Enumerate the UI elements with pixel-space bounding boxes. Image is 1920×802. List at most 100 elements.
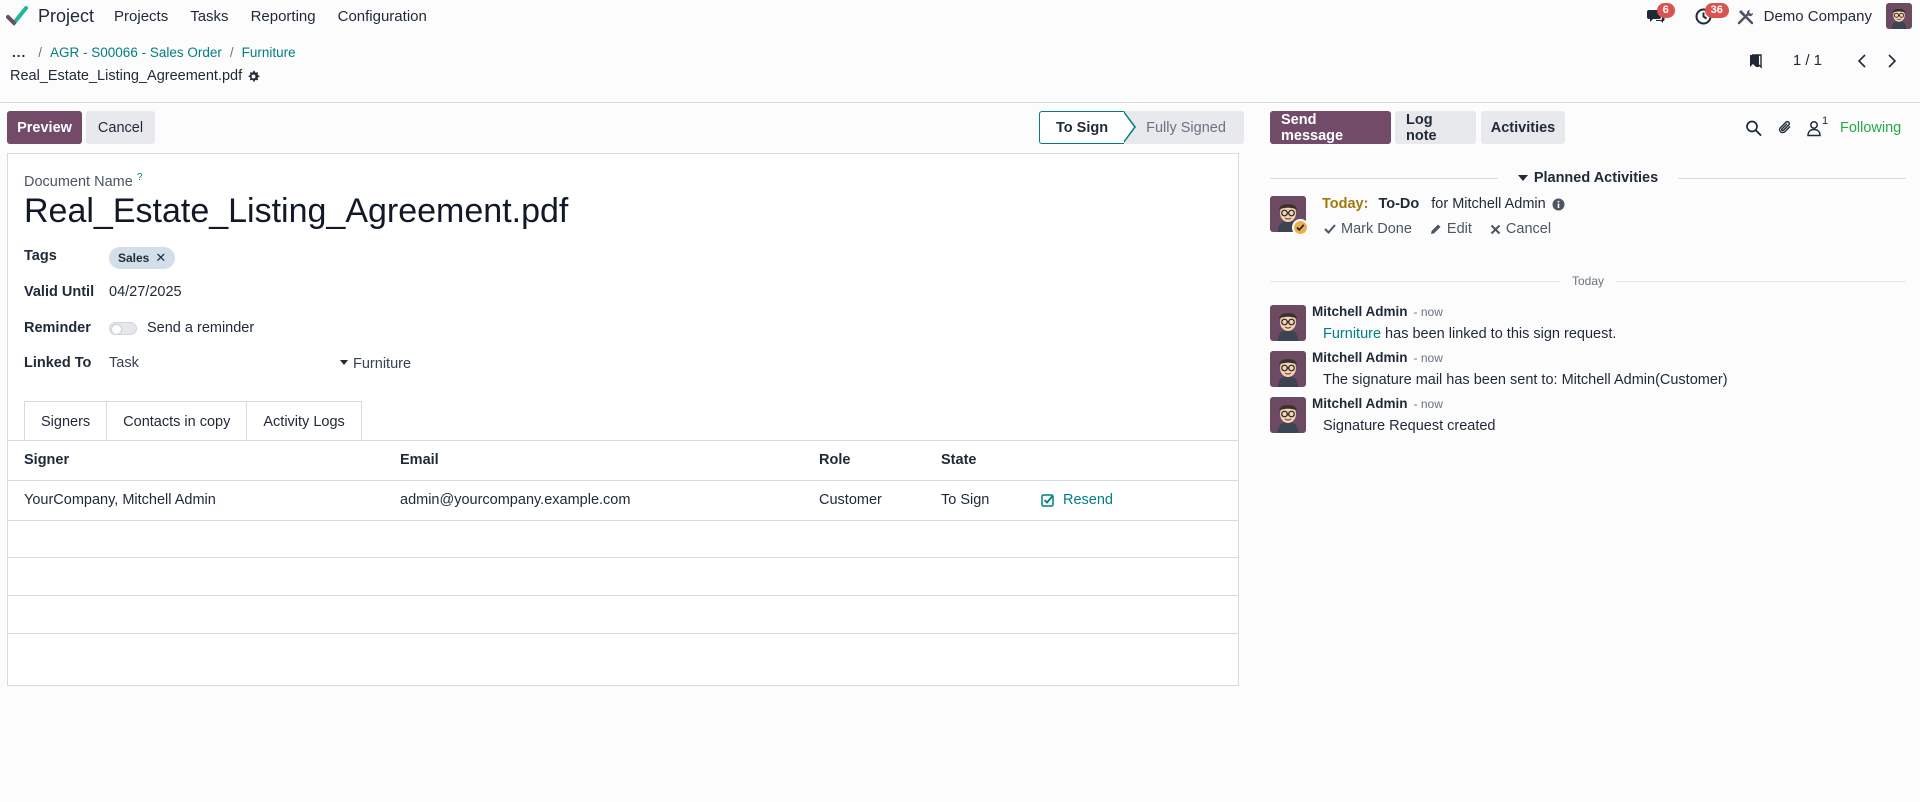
linked-record-value: Furniture xyxy=(353,356,412,372)
activities-button[interactable]: Activities xyxy=(1481,111,1565,144)
status-fully-signed[interactable]: Fully Signed xyxy=(1124,111,1244,144)
user-avatar-icon xyxy=(1270,397,1306,433)
col-role[interactable]: Role xyxy=(803,441,925,481)
activity-actions: Mark Done Edit Cancel xyxy=(1324,221,1569,237)
breadcrumb-collapsed[interactable]: ... xyxy=(12,45,26,60)
bookmark-icon[interactable] xyxy=(1747,53,1763,69)
message-date: - now xyxy=(1413,351,1443,365)
check-icon xyxy=(1296,224,1305,232)
activity-due: Today: xyxy=(1322,196,1369,212)
message-avatar[interactable] xyxy=(1270,351,1306,387)
menu-configuration[interactable]: Configuration xyxy=(338,8,427,25)
col-email[interactable]: Email xyxy=(384,441,803,481)
app-name[interactable]: Project xyxy=(38,6,94,27)
breadcrumb: ... / AGR - S00066 - Sales Order / Furni… xyxy=(12,45,304,60)
breadcrumb-furniture[interactable]: Furniture xyxy=(242,45,296,60)
info-icon[interactable] xyxy=(1552,198,1565,211)
breadcrumb-separator: / xyxy=(38,45,43,60)
date-separator-label: Today xyxy=(1571,274,1605,288)
chevron-left-icon[interactable] xyxy=(1854,53,1870,69)
messages-systray[interactable]: 6 xyxy=(1641,0,1675,32)
tools-icon[interactable] xyxy=(1737,8,1754,25)
tab-contacts-in-copy[interactable]: Contacts in copy xyxy=(106,401,248,441)
cancel-button[interactable]: Cancel xyxy=(86,111,155,144)
control-panel-divider xyxy=(0,102,1920,103)
status-arrow xyxy=(1123,111,1137,143)
user-avatar-icon xyxy=(1886,3,1912,29)
edit-label: Edit xyxy=(1446,221,1472,237)
linked-model-select[interactable]: Task xyxy=(109,355,139,371)
cell-email: admin@yourcompany.example.com xyxy=(384,480,803,521)
document-name-label: Document Name ? xyxy=(24,172,142,190)
message-author[interactable]: Mitchell Admin - now xyxy=(1312,304,1443,319)
linked-to-label: Linked To xyxy=(24,355,92,371)
following-button[interactable]: Following xyxy=(1840,120,1901,136)
caret-down-icon xyxy=(340,360,348,365)
tags-label: Tags xyxy=(24,248,57,264)
cancel-label: Cancel xyxy=(1505,221,1552,237)
planned-activities-header[interactable]: Planned Activities xyxy=(1270,168,1906,188)
user-avatar[interactable] xyxy=(1886,3,1912,29)
user-avatar-icon xyxy=(1270,305,1306,341)
message-author[interactable]: Mitchell Admin - now xyxy=(1312,350,1443,365)
check-square-icon xyxy=(1041,494,1054,507)
activities-badge: 36 xyxy=(1704,3,1729,18)
linked-record-field[interactable]: Furniture xyxy=(340,356,411,372)
message-author[interactable]: Mitchell Admin - now xyxy=(1312,396,1443,411)
mark-done-button[interactable]: Mark Done xyxy=(1324,221,1412,237)
gear-icon[interactable] xyxy=(247,70,260,83)
planned-activities-title: Planned Activities xyxy=(1517,170,1658,186)
cell-state: To Sign xyxy=(925,480,1025,521)
help-tooltip-icon[interactable]: ? xyxy=(137,172,143,183)
empty-row-line xyxy=(8,557,1238,558)
menu-tasks[interactable]: Tasks xyxy=(190,8,228,25)
form-sheet: Document Name ? Real_Estate_Listing_Agre… xyxy=(7,153,1239,686)
reminder-toggle[interactable] xyxy=(109,322,137,335)
menu-projects[interactable]: Projects xyxy=(114,8,168,25)
chevron-right-icon[interactable] xyxy=(1884,53,1900,69)
message-date: - now xyxy=(1413,305,1443,319)
document-name-field[interactable]: Real_Estate_Listing_Agreement.pdf xyxy=(24,192,568,231)
edit-activity-button[interactable]: Edit xyxy=(1430,221,1472,237)
cancel-activity-button[interactable]: Cancel xyxy=(1490,221,1551,237)
message-record-link[interactable]: Furniture xyxy=(1323,326,1381,342)
tab-signers[interactable]: Signers xyxy=(24,401,108,441)
status-bar: To Sign Fully Signed xyxy=(1039,111,1244,144)
paperclip-icon[interactable] xyxy=(1777,119,1794,137)
log-note-button[interactable]: Log note xyxy=(1395,111,1476,144)
top-navbar: Project Projects Tasks Reporting Configu… xyxy=(0,0,1920,32)
divider-line xyxy=(1616,280,1906,282)
project-app-logo-icon[interactable] xyxy=(6,5,28,27)
table-row[interactable]: YourCompany, Mitchell Admin admin@yourco… xyxy=(8,480,1238,521)
record-title: Real_Estate_Listing_Agreement.pdf xyxy=(10,68,260,84)
message-author-name: Mitchell Admin xyxy=(1312,396,1408,411)
pencil-icon xyxy=(1430,224,1441,234)
activity-assignee: for Mitchell Admin xyxy=(1431,196,1546,212)
col-signer[interactable]: Signer xyxy=(8,441,384,481)
search-icon[interactable] xyxy=(1745,119,1762,137)
tag-label: Sales xyxy=(118,251,150,265)
breadcrumb-sales-order[interactable]: AGR - S00066 - Sales Order xyxy=(50,45,222,60)
company-switcher[interactable]: Demo Company xyxy=(1764,8,1872,25)
col-actions xyxy=(1025,441,1238,481)
breadcrumb-separator: / xyxy=(229,45,234,60)
message-body: Signature Request created xyxy=(1323,418,1496,434)
message-avatar[interactable] xyxy=(1270,305,1306,341)
document-name-label-text: Document Name xyxy=(24,173,133,190)
send-message-button[interactable]: Send message xyxy=(1270,111,1391,144)
reminder-label: Reminder xyxy=(24,320,91,336)
status-to-sign[interactable]: To Sign xyxy=(1039,111,1125,144)
message-author-name: Mitchell Admin xyxy=(1312,350,1408,365)
valid-until-field[interactable]: 04/27/2025 xyxy=(109,284,182,300)
activities-systray[interactable]: 36 xyxy=(1689,0,1729,32)
tab-activity-logs[interactable]: Activity Logs xyxy=(246,401,362,441)
message-avatar[interactable] xyxy=(1270,397,1306,433)
tag-sales: Sales ✕ xyxy=(109,247,176,269)
followers-icon[interactable] xyxy=(1806,119,1822,137)
menu-reporting[interactable]: Reporting xyxy=(251,8,316,25)
preview-button[interactable]: Preview xyxy=(7,111,82,144)
pager-value[interactable]: 1 / 1 xyxy=(1793,52,1822,69)
remove-tag-icon[interactable]: ✕ xyxy=(155,250,166,266)
col-state[interactable]: State xyxy=(925,441,1025,481)
resend-button[interactable]: Resend xyxy=(1041,492,1238,508)
